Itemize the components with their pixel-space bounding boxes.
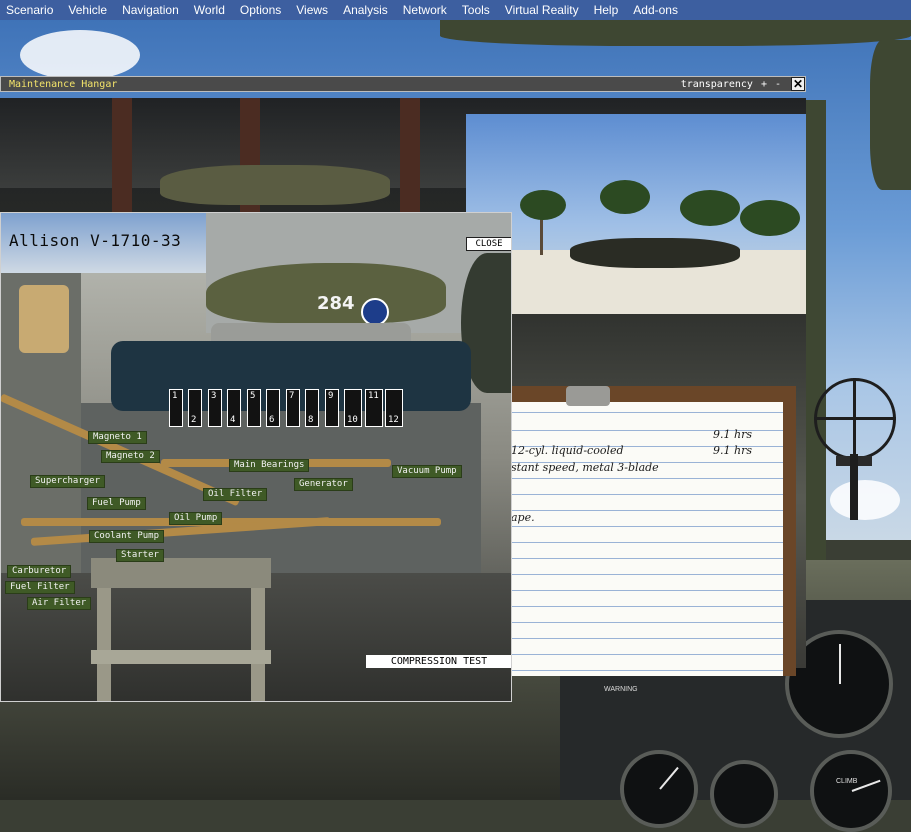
gauge-airspeed	[620, 750, 698, 828]
climb-label: CLIMB	[836, 778, 858, 785]
component-starter[interactable]: Starter	[116, 549, 164, 562]
engine-panel: 284 Allison V-1710-33 CLOSE 1 2 3 4 5 6 …	[0, 212, 512, 702]
menu-navigation[interactable]: Navigation	[116, 0, 188, 20]
gauge-climb: CLIMB	[810, 750, 892, 832]
cloud	[20, 30, 140, 80]
cylinder-2[interactable]: 2	[188, 389, 202, 427]
hangar-window-title: Maintenance Hangar	[9, 78, 118, 90]
canopy-frame-top	[440, 20, 911, 46]
component-carburetor[interactable]: Carburetor	[7, 565, 72, 578]
component-magneto-1[interactable]: Magneto 1	[88, 431, 147, 444]
gunsight-ring	[814, 378, 896, 460]
cowling-panel	[19, 285, 69, 353]
cylinder-4[interactable]: 4	[227, 389, 241, 427]
component-magneto-2[interactable]: Magneto 2	[101, 450, 160, 463]
cylinder-8[interactable]: 8	[305, 389, 319, 427]
cloud	[830, 480, 900, 520]
menu-network[interactable]: Network	[397, 0, 456, 20]
cylinder-7[interactable]: 7	[286, 389, 300, 427]
cylinder-11[interactable]: 11	[365, 389, 383, 427]
menu-tools[interactable]: Tools	[456, 0, 499, 20]
palm-tree	[600, 180, 650, 214]
engine-close-button[interactable]: CLOSE	[466, 237, 511, 251]
menu-scenario[interactable]: Scenario	[0, 0, 62, 20]
menu-help[interactable]: Help	[588, 0, 628, 20]
component-generator[interactable]: Generator	[294, 478, 353, 491]
cylinder-9[interactable]: 9	[325, 389, 339, 427]
menu-options[interactable]: Options	[234, 0, 290, 20]
component-coolant-pump[interactable]: Coolant Pump	[89, 530, 165, 543]
palm-tree	[680, 190, 740, 226]
gunsight-post	[850, 454, 858, 520]
canopy-frame-right	[806, 100, 826, 600]
cylinder-1[interactable]: 1	[169, 389, 183, 427]
aircraft-marking: 284	[317, 293, 355, 314]
menu-vehicle[interactable]: Vehicle	[62, 0, 116, 20]
maintenance-ladder	[91, 558, 271, 701]
component-oil-filter[interactable]: Oil Filter	[203, 488, 268, 501]
cylinder-3[interactable]: 3	[208, 389, 222, 427]
log-line: 12-cyl. liquid-cooled	[511, 444, 624, 457]
cylinder-10[interactable]: 10	[344, 389, 362, 427]
component-main-bearings[interactable]: Main Bearings	[229, 459, 310, 472]
engine-lower	[61, 403, 481, 573]
cylinder-6[interactable]: 6	[266, 389, 280, 427]
engine-title: Allison V-1710-33	[9, 231, 182, 250]
canopy-frame-corner	[870, 40, 911, 190]
transparency-plus-button[interactable]: +	[757, 79, 771, 90]
log-line: stant speed, metal 3-blade	[511, 461, 659, 474]
palm-tree	[520, 190, 566, 220]
menu-bar: Scenario Vehicle Navigation World Option…	[0, 0, 911, 20]
component-fuel-pump[interactable]: Fuel Pump	[87, 497, 146, 510]
component-vacuum-pump[interactable]: Vacuum Pump	[392, 465, 462, 478]
roundel-icon	[361, 298, 389, 326]
gauge-small	[710, 760, 778, 828]
menu-virtual-reality[interactable]: Virtual Reality	[499, 0, 588, 20]
clipboard-clip	[566, 386, 610, 406]
cylinder-5[interactable]: 5	[247, 389, 261, 427]
transparency-label: transparency	[680, 78, 753, 90]
component-oil-pump[interactable]: Oil Pump	[169, 512, 223, 525]
aircraft-on-field	[570, 238, 740, 268]
menu-views[interactable]: Views	[290, 0, 337, 20]
cylinder-12[interactable]: 12	[385, 389, 403, 427]
palm-tree	[740, 200, 800, 236]
transparency-minus-button[interactable]: -	[771, 79, 785, 90]
aircraft-in-hangar	[160, 165, 390, 205]
menu-world[interactable]: World	[188, 0, 234, 20]
component-supercharger[interactable]: Supercharger	[30, 475, 106, 488]
warning-label: WARNING	[604, 686, 638, 693]
component-air-filter[interactable]: Air Filter	[27, 597, 92, 610]
log-line: ape.	[511, 511, 535, 524]
log-hours: 9.1 hrs	[713, 428, 752, 441]
menu-analysis[interactable]: Analysis	[337, 0, 397, 20]
compression-test-button[interactable]: COMPRESSION TEST	[366, 655, 511, 668]
menu-add-ons[interactable]: Add-ons	[627, 0, 687, 20]
hangar-window-titlebar[interactable]: Maintenance Hangar transparency + -	[0, 76, 806, 92]
log-hours: 9.1 hrs	[713, 444, 752, 457]
hangar-close-button[interactable]: ✕	[791, 77, 805, 91]
component-fuel-filter[interactable]: Fuel Filter	[5, 581, 75, 594]
